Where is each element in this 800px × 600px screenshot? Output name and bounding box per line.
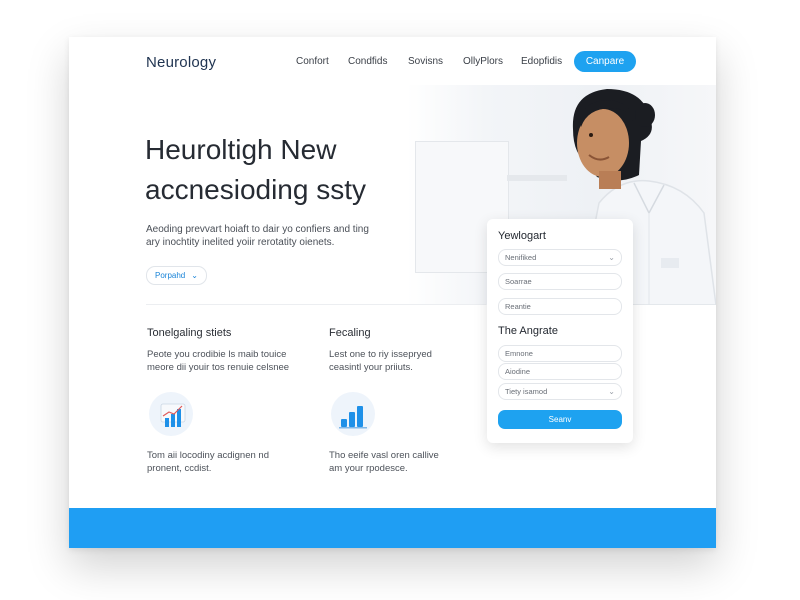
section-divider bbox=[146, 304, 486, 305]
feature-2-desc-line-1: Lest one to riy issepryed bbox=[329, 349, 432, 360]
doctor-portrait-image bbox=[572, 89, 655, 189]
appointment-form-card: Yewlogart Nenifiked ⌄ Soarrae Reantie Th… bbox=[487, 219, 633, 443]
hero-pill-label: Porpahd bbox=[155, 271, 186, 280]
feature-2-title: Fecaling bbox=[329, 327, 371, 339]
form-input-3-placeholder: Reantie bbox=[505, 302, 531, 311]
logo[interactable]: Neurology bbox=[146, 54, 216, 71]
hero-subtitle-line-1: Aeoding prevvart hoiaft to dair yo confi… bbox=[146, 224, 369, 235]
form-select-6[interactable]: Tiety isamod ⌄ bbox=[498, 383, 622, 400]
hero-subtitle-line-2: ary inochtity inelited yoiir rerotatity … bbox=[146, 237, 335, 248]
submit-button[interactable]: Seanv bbox=[498, 410, 622, 429]
feature-1-title: Tonelgaling stiets bbox=[147, 327, 232, 339]
hero-title: Heuroltigh New accnesioding ssty bbox=[145, 130, 445, 210]
feature-1-caption-line-1: Tom aii locodiny acdignen nd bbox=[147, 450, 269, 461]
chevron-down-icon: ⌄ bbox=[608, 387, 615, 396]
form-input-2-placeholder: Soarrae bbox=[505, 277, 532, 286]
hero-subtitle: Aeoding prevvart hoiaft to dair yo confi… bbox=[146, 223, 411, 249]
feature-2-description: Lest one to riy issepryed ceasintl your … bbox=[329, 348, 479, 374]
hero-dropdown-pill[interactable]: Porpahd ⌄ bbox=[146, 266, 207, 285]
hero-title-line-2: accnesioding ssty bbox=[145, 174, 367, 205]
footer-band bbox=[69, 508, 716, 548]
feature-1-desc-line-2: meore dii youir tos renuie celsnee bbox=[147, 362, 290, 373]
chart-icon bbox=[149, 392, 193, 436]
form-input-4-placeholder: Emnone bbox=[505, 349, 533, 358]
nav-link-condfids[interactable]: Condfids bbox=[348, 56, 387, 67]
feature-2-caption: Tho eeife vasl oren callive am your rpod… bbox=[329, 449, 489, 475]
form-select-6-value: Tiety isamod bbox=[505, 387, 548, 396]
form-input-5-placeholder: Aiodine bbox=[505, 367, 531, 376]
nav-link-ollyplors[interactable]: OllyPlors bbox=[463, 56, 503, 67]
feature-2-caption-line-2: am your rpodesce. bbox=[329, 463, 408, 474]
hero-title-line-1: Heuroltigh New bbox=[145, 134, 337, 165]
form-select-1-value: Nenifiked bbox=[505, 253, 537, 262]
form-input-2[interactable]: Soarrae bbox=[498, 273, 622, 290]
form-select-1[interactable]: Nenifiked ⌄ bbox=[498, 249, 622, 266]
feature-1-caption: Tom aii locodiny acdignen nd pronent, cc… bbox=[147, 449, 317, 475]
bar-chart-icon bbox=[331, 392, 375, 436]
nav-link-confort[interactable]: Confort bbox=[296, 56, 329, 67]
feature-2-desc-line-2: ceasintl your priiuts. bbox=[329, 362, 413, 373]
browser-frame: Neurology Confort Condfids Sovisns OllyP… bbox=[69, 37, 716, 548]
feature-1-desc-line-1: Peote you crodibie ls maib touice bbox=[147, 349, 287, 360]
form-input-4[interactable]: Emnone bbox=[498, 345, 622, 362]
feature-1-caption-line-2: pronent, ccdist. bbox=[147, 463, 212, 474]
chevron-down-icon: ⌄ bbox=[608, 253, 615, 262]
form-heading-1: Yewlogart bbox=[498, 230, 546, 242]
background-shelf bbox=[507, 175, 567, 181]
chevron-down-icon: ⌄ bbox=[191, 271, 198, 280]
form-input-5[interactable]: Aiodine bbox=[498, 363, 622, 380]
form-heading-2: The Angrate bbox=[498, 325, 558, 337]
feature-2-caption-line-1: Tho eeife vasl oren callive bbox=[329, 450, 439, 461]
form-input-3[interactable]: Reantie bbox=[498, 298, 622, 315]
compare-button[interactable]: Canpare bbox=[574, 51, 636, 72]
nav-link-sovisns[interactable]: Sovisns bbox=[408, 56, 443, 67]
nav-link-edopfidis[interactable]: Edopfidis bbox=[521, 56, 562, 67]
feature-1-description: Peote you crodibie ls maib touice meore … bbox=[147, 348, 312, 374]
